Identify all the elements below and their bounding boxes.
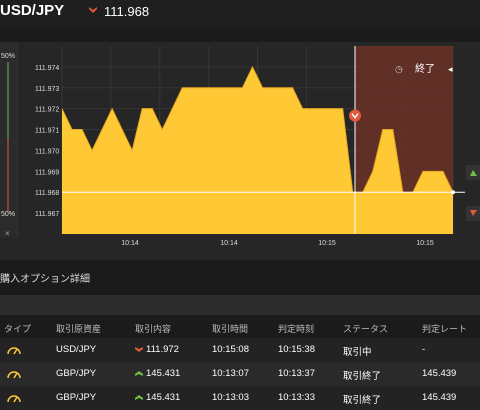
row-time: 10:13:07 <box>212 368 249 379</box>
clock-icon: ◷ <box>395 64 403 74</box>
current-rate: 111.968 <box>104 4 150 19</box>
gauge-icon <box>7 347 21 355</box>
y-tick-label: 111.972 <box>35 107 59 114</box>
x-tick-label: 10:14 <box>121 240 139 247</box>
y-tick-label: 111.974 <box>35 65 59 72</box>
y-tick-label: 111.971 <box>35 128 59 135</box>
y-tick-label: 111.969 <box>35 169 59 176</box>
col-time: 取引時間 <box>212 324 249 334</box>
up-arrow-icon <box>135 395 143 400</box>
y-tick-label: 111.967 <box>35 211 59 218</box>
col-asset: 取引原資産 <box>56 324 102 334</box>
table-toolbar <box>0 295 480 315</box>
y-tick-label: 111.973 <box>35 86 59 93</box>
row-asset: USD/JPY <box>56 344 97 355</box>
row-judge: 10:15:38 <box>278 344 315 355</box>
table-row[interactable]: USD/JPY 111.972 10:15:08 10:15:38 取引中 - <box>0 338 480 362</box>
chevron-left-icon: ◂ <box>448 64 453 74</box>
rate-down-icon <box>89 7 97 13</box>
end-label: 終了 <box>415 62 435 75</box>
x-tick-label: 10:15 <box>416 240 434 247</box>
row-status: 取引終了 <box>343 395 382 406</box>
current-price-dot <box>451 190 455 195</box>
col-judge: 判定時刻 <box>278 324 315 334</box>
col-trade: 取引内容 <box>135 324 172 334</box>
row-asset: GBP/JPY <box>56 392 97 403</box>
asset-pair-title[interactable]: USD/JPY <box>0 2 64 19</box>
header-bar: USD/JPY 111.968 <box>0 0 480 27</box>
gauge-icon <box>7 395 21 403</box>
x-tick-label: 10:15 <box>318 240 336 247</box>
up-arrow-icon <box>135 371 143 376</box>
col-type: タイプ <box>4 324 32 334</box>
col-status: ステータス <box>343 324 389 334</box>
table-row[interactable]: GBP/JPY 145.431 10:13:07 10:13:37 取引終了 1… <box>0 362 480 386</box>
row-status: 取引中 <box>343 347 372 358</box>
row-result: 145.439 <box>422 368 457 379</box>
row-asset: GBP/JPY <box>56 368 97 379</box>
row-judge: 10:13:33 <box>278 392 315 403</box>
row-time: 10:15:08 <box>212 344 249 355</box>
row-rate: 145.431 <box>146 368 181 379</box>
down-arrow-icon <box>135 347 143 352</box>
x-tick-label: 10:14 <box>220 240 238 247</box>
y-tick-label: 111.968 <box>35 190 59 197</box>
row-result: - <box>422 344 426 355</box>
row-judge: 10:13:37 <box>278 368 315 379</box>
price-chart: 111.974 111.973 111.972 111.971 111.970 111.9… <box>35 46 480 247</box>
row-rate: 145.431 <box>146 392 181 403</box>
col-result: 判定レート <box>422 324 468 334</box>
y-tick-label: 111.970 <box>35 148 59 155</box>
row-result: 145.439 <box>422 392 457 403</box>
row-rate: 111.972 <box>146 344 179 355</box>
row-status: 取引終了 <box>343 371 382 382</box>
entry-marker <box>349 109 361 122</box>
row-time: 10:13:03 <box>212 392 249 403</box>
gauge-icon <box>7 371 21 379</box>
section-title: 購入オプション詳細 <box>0 274 90 285</box>
table-row[interactable]: GBP/JPY 145.431 10:13:03 10:13:33 取引終了 1… <box>0 386 480 410</box>
